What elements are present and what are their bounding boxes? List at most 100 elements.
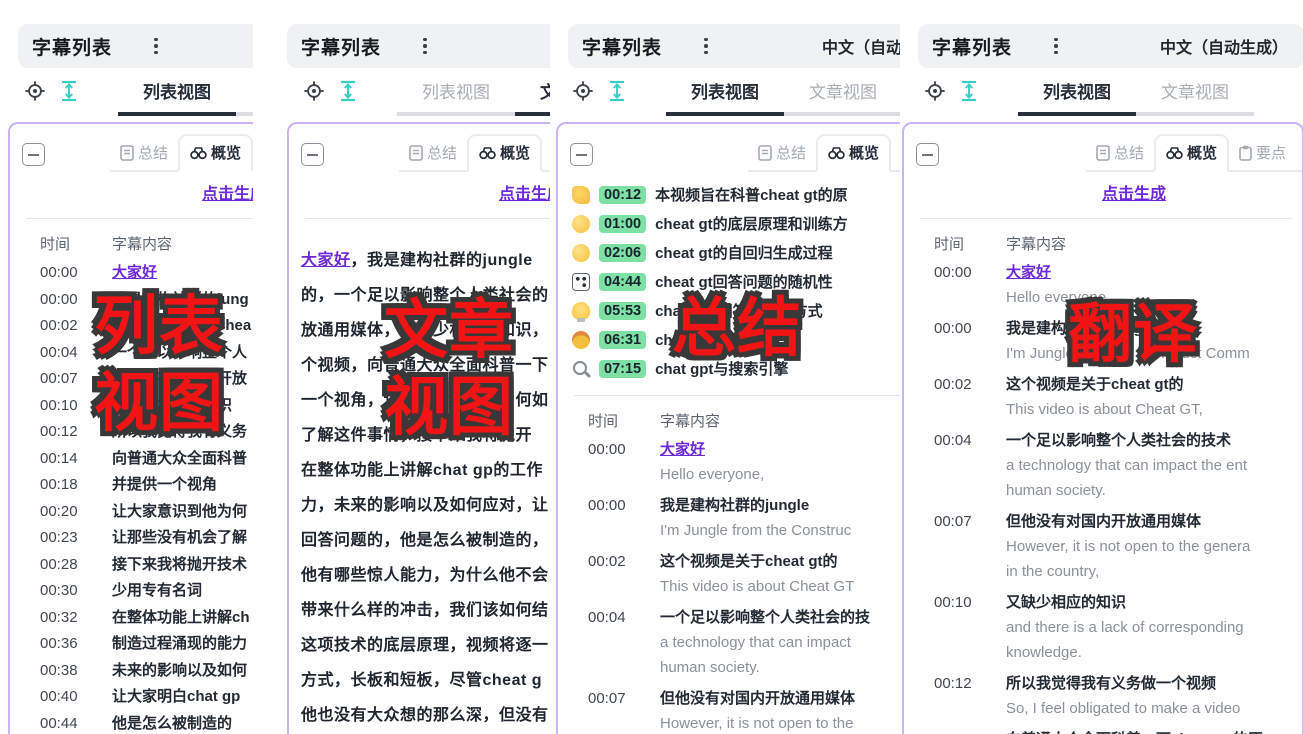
subtitle-text[interactable]: 大家好 [1006,260,1110,285]
expand-vertical-icon[interactable] [335,78,361,104]
subtitle-row[interactable]: 00:00 大家好 Hello everyone, [558,437,900,487]
tab-summary[interactable]: 总结 [748,136,816,170]
subtitle-text[interactable]: 向普通大众全面科普 [112,446,247,473]
collapse-button[interactable] [22,143,45,166]
overview-item[interactable]: 05:53 chat gp t回答问题的方式 [558,296,900,325]
tab-overview[interactable]: 概览 [1154,134,1229,172]
overview-timestamp[interactable]: 04:44 [599,273,646,291]
subtitle-row[interactable]: 00:00 我是建构社群的jungle I'm Jungle from the … [904,316,1302,366]
tab-summary[interactable]: 总结 [399,136,467,170]
collapse-button[interactable] [916,143,939,166]
tab-article-view[interactable]: 文章视图 [515,78,550,116]
subtitle-text[interactable]: 让大家意识到他为何 [112,499,247,526]
subtitle-row[interactable]: 00:10 又缺少相应的知识 and there is a lack of co… [904,590,1302,665]
article-line[interactable]: 力，未来的影响以及如何应对，让 [301,488,550,523]
subtitle-row[interactable]: 00:30 少用专有名词 [10,578,253,605]
subtitle-text[interactable]: 一个足以影响整个人 [112,340,247,367]
subtitle-row[interactable]: 00:14 向普通大众全面科普一下cheat gp的原 to comprehen… [904,727,1302,734]
subtitle-row[interactable]: 00:28 接下来我将抛开技术 [10,552,253,579]
subtitle-text[interactable]: 一个足以影响整个人类社会的技 [660,605,870,630]
overview-item[interactable]: 02:06 cheat gt的自回归生成过程 [558,238,900,267]
expand-vertical-icon[interactable] [604,78,630,104]
article-line[interactable]: 在整体功能上讲解chat gp的工作 [301,453,550,488]
tab-list-view[interactable]: 列表视图 [1018,78,1136,116]
subtitle-text[interactable]: 制造过程涌现的能力 [112,631,247,658]
generate-link[interactable]: 点击生成 [1102,186,1166,203]
article-line[interactable]: 放通用媒体，又缺少相应的知识， [301,313,550,348]
tab-keypoints[interactable]: 要点 [542,136,550,170]
subtitle-row[interactable]: 00:10 又缺少相应的知识 [10,393,253,420]
subtitle-text[interactable]: 这个视频是关于cheat gt的 [660,549,854,574]
kebab-menu-icon[interactable] [154,38,158,55]
article-line[interactable]: 回答问题的，他是怎么被制造的， [301,523,550,558]
language-label[interactable]: 中文（自动生成） [822,34,900,58]
subtitle-row[interactable]: 00:38 未来的影响以及如何 [10,658,253,685]
overview-timestamp[interactable]: 05:53 [599,302,646,320]
subtitle-row[interactable]: 00:40 让大家明白chat gp [10,684,253,711]
overview-timestamp[interactable]: 01:00 [599,215,646,233]
subtitle-link[interactable]: 大家好 [301,252,351,269]
subtitle-row[interactable]: 00:02 这个视频是关于cheat gt的 This video is abo… [904,372,1302,422]
subtitle-text[interactable]: 一个足以影响整个人类社会的技术 [1006,428,1247,453]
article-line[interactable]: 方式，长板和短板，尽管cheat g [301,663,550,698]
article-line[interactable]: 大家好，我是建构社群的jungle [301,243,550,278]
overview-timestamp[interactable]: 07:15 [599,360,646,378]
subtitle-row[interactable]: 00:04 一个足以影响整个人类社会的技 a technology that c… [558,605,900,680]
tab-overview[interactable]: 概览 [467,134,542,172]
tab-overview[interactable]: 概览 [178,134,253,172]
article-line[interactable]: 了解这件事情，接下来我将抛开 [301,418,550,453]
overview-item[interactable]: 06:31 cheat gt的惊人能力 [558,325,900,354]
subtitle-text[interactable]: 我是建构社群的jungle [660,493,851,518]
subtitle-text[interactable]: 所以我觉得我有义务 [112,419,247,446]
subtitle-row[interactable]: 00:04 一个足以影响整个人类社会的技术 a technology that … [904,428,1302,503]
locate-current-subtitle-icon[interactable] [570,78,596,104]
tab-summary[interactable]: 总结 [110,136,178,170]
expand-vertical-icon[interactable] [956,78,982,104]
article-line[interactable]: 一个视角，让大家意识到他为何如 [301,383,550,418]
article-line[interactable]: 这项技术的底层原理，视频将逐一 [301,628,550,663]
subtitle-row[interactable]: 00:07 但他没有对国内开放通用媒体 However, it is not o… [558,686,900,734]
overview-item[interactable]: 00:12 本视频旨在科普cheat gt的原 [558,180,900,209]
tab-article-view[interactable]: 文章视图 [1136,78,1254,116]
article-line[interactable]: 的，一个足以影响整个人类社会的 [301,278,550,313]
tab-overview[interactable]: 概览 [816,134,891,172]
kebab-menu-icon[interactable] [1054,38,1058,55]
overview-timestamp[interactable]: 00:12 [599,186,646,204]
locate-current-subtitle-icon[interactable] [22,78,48,104]
subtitle-row[interactable]: 00:00 大家好 [10,260,253,287]
generate-link[interactable]: 点击生成 [202,186,253,203]
overview-timestamp[interactable]: 02:06 [599,244,646,262]
locate-current-subtitle-icon[interactable] [301,78,327,104]
subtitle-row[interactable]: 00:18 并提供一个视角 [10,472,253,499]
subtitle-row[interactable]: 00:44 他是怎么被制造的 [10,711,253,734]
subtitle-row[interactable]: 00:00 我是建构社群的jungle I'm Jungle from the … [558,493,900,543]
article-line[interactable]: 带来什么样的冲击，我们该如何结 [301,593,550,628]
subtitle-row[interactable]: 00:20 让大家意识到他为何 [10,499,253,526]
subtitle-row[interactable]: 00:07 但他没有对国内开放通用媒体 However, it is not o… [904,509,1302,584]
subtitle-row[interactable]: 00:12 所以我觉得我有义务 [10,419,253,446]
subtitle-text[interactable]: 这个视频是关于cheat gt的 [1006,372,1203,397]
subtitle-text[interactable]: 我是建构社群的jungle [1006,316,1250,341]
subtitle-row[interactable]: 00:04 一个足以影响整个人 [10,340,253,367]
subtitle-row[interactable]: 00:36 制造过程涌现的能力 [10,631,253,658]
kebab-menu-icon[interactable] [423,38,427,55]
overview-timestamp[interactable]: 06:31 [599,331,646,349]
collapse-button[interactable] [570,143,593,166]
collapse-button[interactable] [301,143,324,166]
subtitle-text[interactable]: 大家好 [112,260,157,287]
subtitle-text[interactable]: 并提供一个视角 [112,472,217,499]
tab-summary[interactable]: 总结 [1086,136,1154,170]
expand-vertical-icon[interactable] [56,78,82,104]
subtitle-text[interactable]: 所以我觉得我有义务做一个视频 [1006,671,1240,696]
tab-list-view[interactable]: 列表视图 [666,78,784,116]
subtitle-text[interactable]: 让那些没有机会了解 [112,525,247,552]
generate-link[interactable]: 点击生成 [499,186,550,203]
subtitle-row[interactable]: 00:12 所以我觉得我有义务做一个视频 So, I feel obligate… [904,671,1302,721]
subtitle-text[interactable]: 让大家明白chat gp [112,684,240,711]
subtitle-row[interactable]: 00:00 我是建构社群的jung [10,287,253,314]
overview-item[interactable]: 07:15 chat gpt与搜索引擎 [558,354,900,383]
tab-article-view[interactable]: 文章视图 [784,78,900,116]
overview-item[interactable]: 01:00 cheat gt的底层原理和训练方 [558,209,900,238]
subtitle-row[interactable]: 00:32 在整体功能上讲解ch [10,605,253,632]
article-line[interactable]: 他也没有大众想的那么深，但没有 [301,698,550,733]
